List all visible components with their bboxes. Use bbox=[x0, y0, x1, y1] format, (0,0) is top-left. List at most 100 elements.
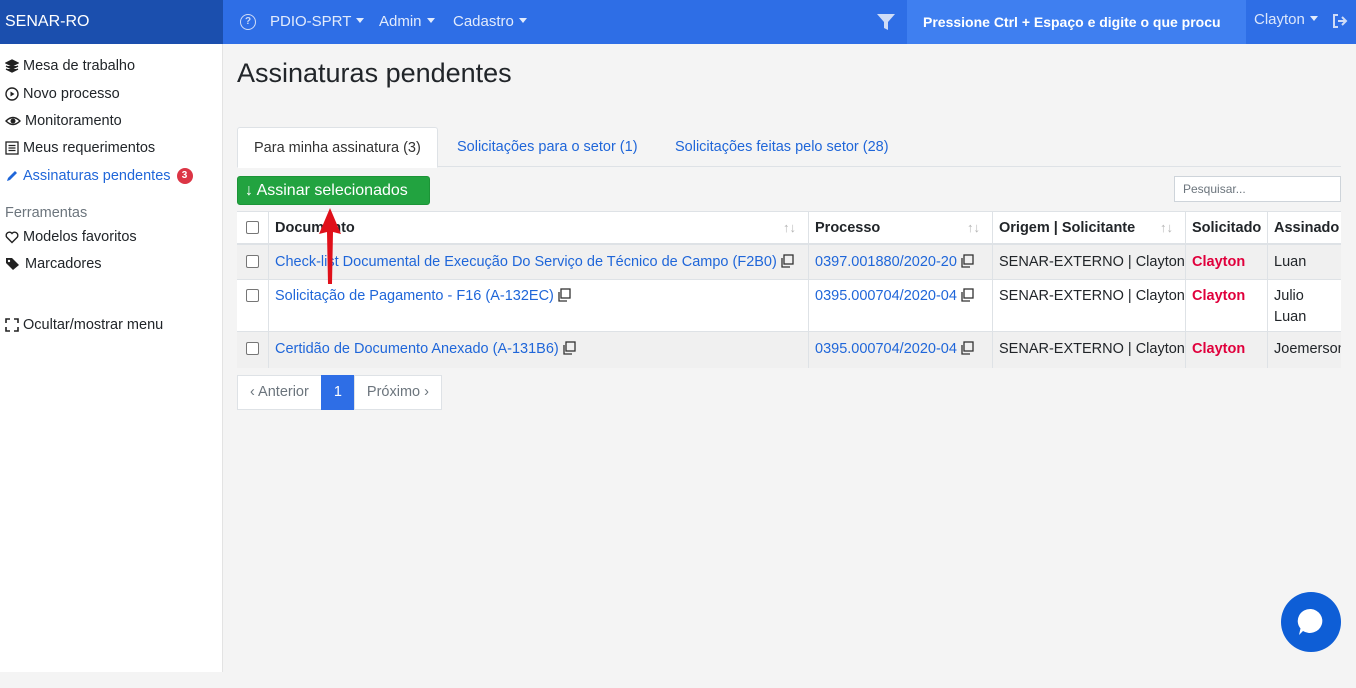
document-link[interactable]: Check-list Documental de Execução Do Ser… bbox=[275, 254, 777, 270]
processo-cell: 0395.000704/2020-04 bbox=[808, 280, 992, 331]
copy-icon[interactable] bbox=[960, 341, 974, 355]
process-link[interactable]: 0397.001880/2020-20 bbox=[815, 254, 957, 270]
sidebar-item-label: Meus requerimentos bbox=[23, 140, 156, 156]
chat-widget-button[interactable] bbox=[1281, 592, 1341, 652]
sort-icon[interactable]: ↑↓ bbox=[1160, 212, 1173, 243]
caret-down-icon bbox=[1309, 16, 1318, 21]
assinado-cell: Julio Luan bbox=[1267, 280, 1341, 331]
table-row: Certidão de Documento Anexado (A-131B6) … bbox=[237, 332, 1341, 368]
header-label: Assinado bbox=[1274, 220, 1340, 236]
sidebar-item-meus-requerimentos[interactable]: Meus requerimentos bbox=[5, 140, 155, 156]
page-footer-strip bbox=[0, 672, 1356, 688]
sort-icon[interactable]: ↑↓ bbox=[967, 212, 980, 243]
processo-cell: 0395.000704/2020-04 bbox=[808, 332, 992, 368]
copy-icon[interactable] bbox=[780, 254, 794, 268]
row-checkbox[interactable] bbox=[246, 342, 259, 355]
header-solicitado[interactable]: Solicitado bbox=[1185, 212, 1267, 243]
sidebar-item-assinaturas-pendentes[interactable]: Assinaturas pendentes 3 bbox=[5, 168, 193, 184]
menu-cadastro[interactable]: Cadastro bbox=[453, 0, 527, 44]
sidebar-item-modelos-favoritos[interactable]: Modelos favoritos bbox=[5, 229, 137, 245]
documento-cell: Check-list Documental de Execução Do Ser… bbox=[268, 245, 808, 279]
brand-logo[interactable]: SENAR-RO bbox=[0, 0, 223, 44]
caret-down-icon bbox=[356, 18, 365, 23]
page-title: Assinaturas pendentes bbox=[237, 58, 512, 88]
sidebar-item-label: Ocultar/mostrar menu bbox=[23, 317, 164, 333]
row-select-cell bbox=[237, 245, 268, 279]
pagination-prev[interactable]: ‹ Anterior bbox=[237, 375, 322, 410]
origem-cell: SENAR-EXTERNO | Clayton bbox=[992, 245, 1185, 279]
tab-solicitacoes-para-o-setor[interactable]: Solicitações para o setor (1) bbox=[441, 127, 654, 167]
solicitado-cell: Clayton bbox=[1185, 280, 1267, 331]
sidebar-item-mesa-de-trabalho[interactable]: Mesa de trabalho bbox=[5, 58, 135, 74]
caret-down-icon bbox=[426, 18, 435, 23]
sidebar: Mesa de trabalho Novo processo Monitoram… bbox=[0, 44, 223, 672]
copy-icon[interactable] bbox=[562, 341, 576, 355]
sign-out-icon[interactable] bbox=[1332, 13, 1348, 29]
tags-icon bbox=[6, 258, 19, 270]
filter-icon[interactable] bbox=[876, 12, 896, 32]
pagination-next[interactable]: Próximo › bbox=[353, 375, 442, 410]
row-select-cell bbox=[237, 332, 268, 368]
sidebar-item-monitoramento[interactable]: Monitoramento bbox=[5, 113, 122, 129]
solicitado-cell: Clayton bbox=[1185, 245, 1267, 279]
assinado-cell: Luan bbox=[1267, 245, 1341, 279]
sign-selected-button[interactable]: ↓ Assinar selecionados bbox=[237, 176, 430, 205]
row-checkbox[interactable] bbox=[246, 255, 259, 268]
header-label: Solicitado bbox=[1192, 220, 1262, 236]
header-origem-solicitante[interactable]: Origem | Solicitante ↑↓ bbox=[992, 212, 1185, 243]
chat-bubble-icon bbox=[1297, 608, 1323, 635]
play-circle-icon bbox=[5, 87, 19, 101]
process-link[interactable]: 0395.000704/2020-04 bbox=[815, 288, 957, 304]
menu-pdio-sprt[interactable]: PDIO-SPRT bbox=[270, 0, 365, 44]
tab-para-minha-assinatura[interactable]: Para minha assinatura (3) bbox=[237, 127, 438, 168]
document-link[interactable]: Solicitação de Pagamento - F16 (A-132EC) bbox=[275, 288, 554, 304]
quick-search-bar[interactable]: Pressione Ctrl + Espaço e digite o que p… bbox=[907, 0, 1246, 44]
document-link[interactable]: Certidão de Documento Anexado (A-131B6) bbox=[275, 341, 559, 357]
sidebar-item-label: Marcadores bbox=[25, 256, 102, 272]
sidebar-item-label: Assinaturas pendentes bbox=[23, 168, 171, 184]
caret-down-icon bbox=[518, 18, 527, 23]
sidebar-toggle-menu[interactable]: Ocultar/mostrar menu bbox=[5, 317, 163, 333]
solicitado-cell: Clayton bbox=[1185, 332, 1267, 368]
assinado-cell: Joemerson bbox=[1267, 332, 1341, 368]
layers-icon bbox=[5, 59, 19, 73]
pending-count-badge: 3 bbox=[176, 168, 193, 184]
menu-admin[interactable]: Admin bbox=[379, 0, 435, 44]
annotation-arrow-icon bbox=[319, 208, 341, 284]
menu-label: PDIO-SPRT bbox=[270, 13, 352, 30]
sidebar-item-label: Modelos favoritos bbox=[23, 229, 137, 245]
header-processo[interactable]: Processo ↑↓ bbox=[808, 212, 992, 243]
select-all-checkbox[interactable] bbox=[246, 221, 259, 234]
table-row: Solicitação de Pagamento - F16 (A-132EC)… bbox=[237, 280, 1341, 332]
copy-icon[interactable] bbox=[960, 288, 974, 302]
sidebar-item-novo-processo[interactable]: Novo processo bbox=[5, 86, 120, 102]
process-link[interactable]: 0395.000704/2020-04 bbox=[815, 341, 957, 357]
heart-icon bbox=[5, 231, 19, 244]
sidebar-item-label: Mesa de trabalho bbox=[23, 58, 136, 74]
list-alt-icon bbox=[5, 141, 19, 155]
row-checkbox[interactable] bbox=[246, 289, 259, 302]
eye-icon bbox=[5, 116, 21, 126]
tab-solicitacoes-feitas-pelo-setor[interactable]: Solicitações feitas pelo setor (28) bbox=[659, 127, 905, 167]
sidebar-item-label: Monitoramento bbox=[25, 113, 122, 129]
sidebar-section-ferramentas: Ferramentas bbox=[5, 205, 88, 221]
question-circle-icon[interactable]: ? bbox=[240, 14, 256, 30]
search-input[interactable] bbox=[1174, 176, 1341, 202]
header-documento[interactable]: Documento ↑↓ bbox=[268, 212, 808, 243]
header-label: Documento bbox=[275, 220, 355, 236]
menu-label: Cadastro bbox=[453, 13, 514, 30]
documento-cell: Solicitação de Pagamento - F16 (A-132EC) bbox=[268, 280, 808, 331]
pagination-page-1[interactable]: 1 bbox=[320, 375, 355, 410]
signatures-table: Documento ↑↓ Processo ↑↓ Origem | Solicita… bbox=[237, 211, 1341, 368]
sort-icon[interactable]: ↑↓ bbox=[783, 212, 796, 243]
header-assinado[interactable]: Assinado bbox=[1267, 212, 1341, 243]
header-label: Processo bbox=[815, 220, 881, 236]
user-menu[interactable]: Clayton bbox=[1254, 0, 1318, 40]
tab-bar: Para minha assinatura (3) Solicitações p… bbox=[237, 127, 1341, 168]
select-all-cell bbox=[237, 212, 268, 243]
sidebar-item-marcadores[interactable]: Marcadores bbox=[5, 256, 102, 272]
copy-icon[interactable] bbox=[557, 288, 571, 302]
copy-icon[interactable] bbox=[960, 254, 974, 268]
pagination: ‹ Anterior 1 Próximo › bbox=[237, 375, 442, 410]
table-header-row: Documento ↑↓ Processo ↑↓ Origem | Solicita… bbox=[237, 212, 1341, 245]
